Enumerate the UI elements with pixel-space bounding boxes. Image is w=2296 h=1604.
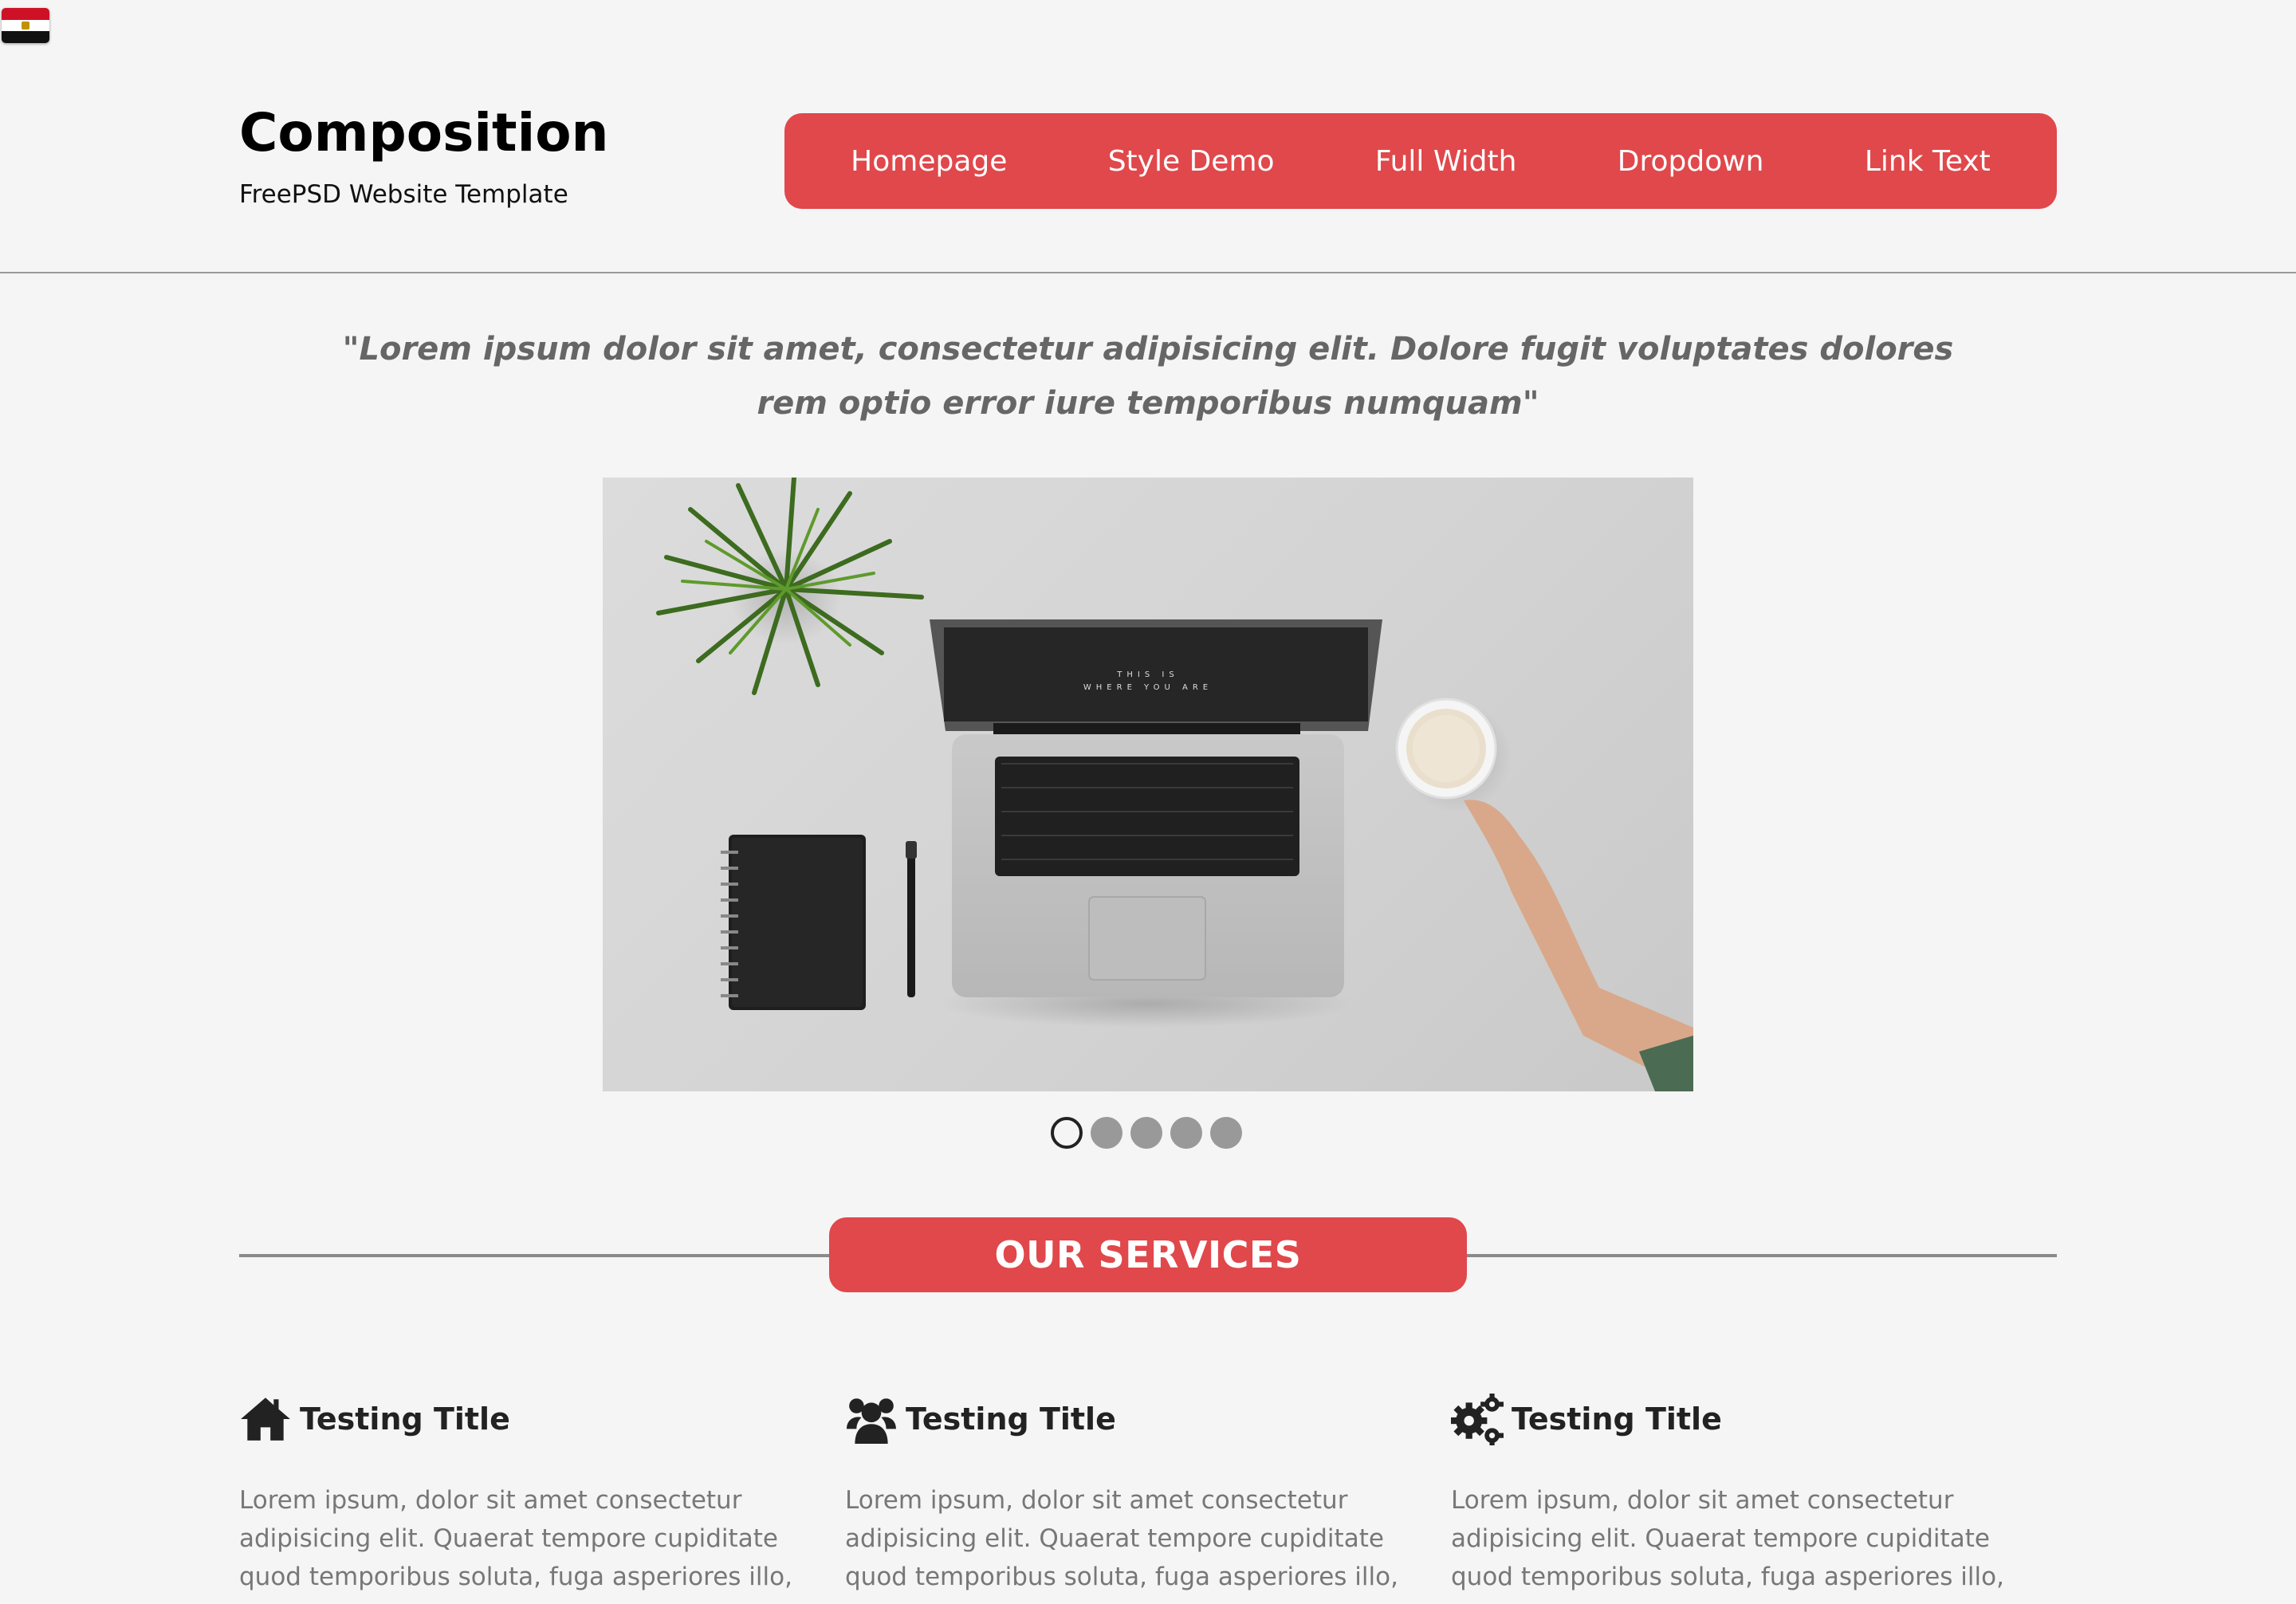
header-divider [0,272,2296,273]
site-title[interactable]: Composition [239,97,609,169]
main-nav: Homepage Style Demo Full Width Dropdown … [784,113,2057,209]
service-title: Testing Title [906,1402,1116,1437]
services-divider-left [239,1254,829,1257]
laptop-screen-text-2: WHERE YOU ARE [1083,683,1213,692]
slider-pagination [1051,1117,1242,1149]
nav-item-dropdown[interactable]: Dropdown [1602,137,1780,186]
quote-line-2: rem optio error iure temporibus numquam" [757,385,1539,422]
slider-dot-2[interactable] [1091,1117,1122,1149]
service-title: Testing Title [300,1402,510,1437]
gears-icon [1451,1394,1504,1445]
nav-item-full-width[interactable]: Full Width [1359,137,1533,186]
laptop-icon: THIS IS WHERE YOU ARE [930,619,1382,1028]
hand-icon [1464,800,1693,1091]
flag-emblem [22,21,29,29]
flag-white-band [2,19,49,32]
workspace-illustration: THIS IS WHERE YOU ARE [656,478,1693,1091]
home-icon [241,1398,290,1441]
slider-dot-3[interactable] [1130,1117,1162,1149]
coffee-cup-icon [1395,698,1512,812]
plant-icon [656,478,924,695]
nav-item-style-demo[interactable]: Style Demo [1092,137,1291,186]
nav-item-link-text[interactable]: Link Text [1849,137,2007,186]
pen-icon [906,841,917,997]
service-header: Testing Title [845,1387,1403,1451]
service-description: Lorem ipsum, dolor sit amet consectetur … [845,1486,1398,1604]
slider-dot-5[interactable] [1210,1117,1242,1149]
service-item: Testing Title Lorem ipsum, dolor sit ame… [845,1387,1403,1604]
flag-red-band [2,8,49,20]
nav-item-homepage[interactable]: Homepage [835,137,1023,186]
flag-black-band [2,31,49,43]
slider-dot-4[interactable] [1170,1117,1202,1149]
service-title: Testing Title [1512,1402,1722,1437]
users-icon [847,1398,896,1444]
page: Composition FreePSD Website Template Hom… [0,0,2296,1604]
site-subtitle: FreePSD Website Template [239,180,568,209]
service-item: Testing Title Lorem ipsum, dolor sit ame… [239,1387,797,1604]
intro-quote: "Lorem ipsum dolor sit amet, consectetur… [335,322,1961,430]
service-header: Testing Title [1451,1387,2009,1451]
language-flag-icon[interactable] [2,8,49,43]
brand: Composition FreePSD Website Template [239,97,609,210]
service-description: Lorem ipsum, dolor sit amet consectetur … [1451,1486,2004,1604]
slider-dot-1[interactable] [1051,1117,1083,1149]
hero-slide-image: THIS IS WHERE YOU ARE [603,478,1693,1091]
service-header: Testing Title [239,1387,797,1451]
quote-line-1: "Lorem ipsum dolor sit amet, consectetur… [342,331,1954,368]
notebook-icon [721,835,866,1010]
service-item: Testing Title Lorem ipsum, dolor sit ame… [1451,1387,2009,1604]
services-divider-right [1467,1254,2057,1257]
services-heading: OUR SERVICES [829,1217,1467,1292]
service-description: Lorem ipsum, dolor sit amet consectetur … [239,1486,792,1604]
laptop-screen-text-1: THIS IS [1116,670,1178,679]
